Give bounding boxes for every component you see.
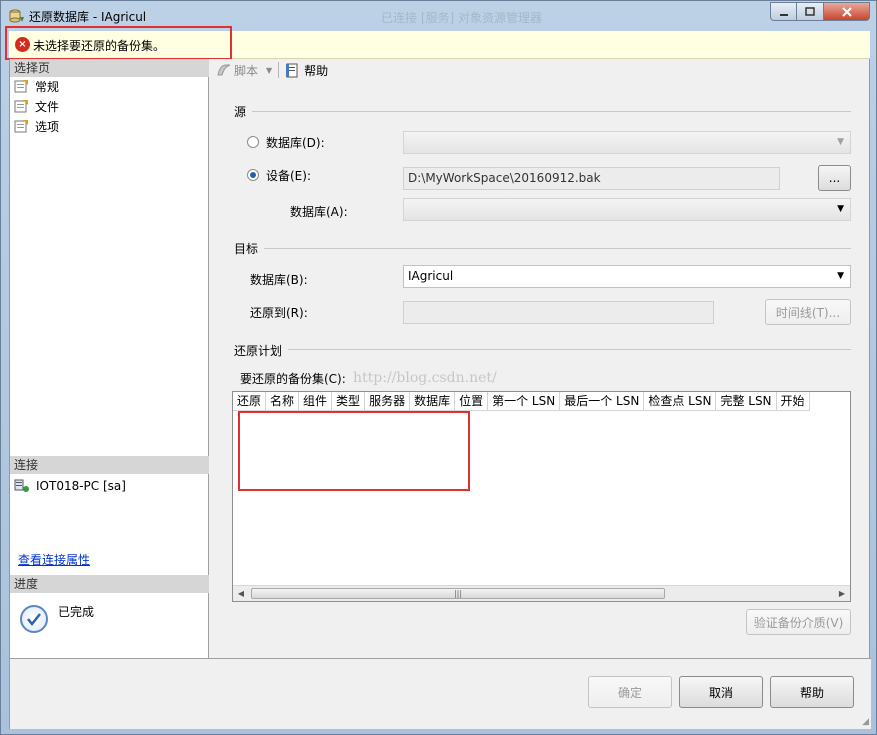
timeline-button[interactable]: 时间线(T)... (765, 299, 851, 325)
resize-grip-icon[interactable]: ◢ (862, 717, 869, 727)
connection-server-label: IOT018-PC [sa] (36, 479, 126, 493)
script-label: 脚本 (234, 63, 259, 78)
destination-database-value: IAgricul (408, 269, 454, 283)
device-database-combo[interactable]: ▼ (403, 198, 851, 221)
scrollbar-thumb[interactable]: ||| (251, 588, 665, 599)
page-general[interactable]: 常规 (14, 77, 59, 95)
select-page-header: 选择页 (10, 59, 209, 77)
column-header[interactable]: 还原 (233, 392, 267, 411)
column-header[interactable]: 名称 (266, 392, 300, 411)
column-header[interactable]: 位置 (455, 392, 489, 411)
source-group-line (236, 111, 851, 112)
window-controls (770, 2, 870, 22)
page-settings-icon (14, 120, 28, 133)
column-header[interactable]: 开始 (776, 392, 810, 411)
cancel-button[interactable]: 取消 (679, 676, 763, 708)
background-window-title: 已连接 [服务] 对象资源管理器 (381, 11, 542, 25)
window-title: 还原数据库 - IAgricul (29, 10, 147, 24)
database-radio-label: 数据库(D): (266, 136, 325, 150)
script-icon (217, 64, 231, 76)
column-header[interactable]: 最后一个 LSN (560, 392, 645, 411)
toolbar: 脚本 ▼ 帮助 (210, 59, 871, 81)
backup-sets-label: 要还原的备份集(C): (240, 372, 346, 386)
destination-group-line (236, 248, 851, 249)
ok-button[interactable]: 确定 (588, 676, 672, 708)
page-settings-icon (14, 80, 28, 93)
destination-database-combo[interactable]: IAgricul ▼ (403, 265, 851, 288)
empty-rows-highlight-box (238, 411, 470, 491)
plan-group-line (236, 349, 851, 350)
dialog-client-area: 选择页 常规 文件 选项 连接 IOT018-PC [sa] 查看连接属性 进度 (9, 59, 871, 729)
restore-database-window: 还原数据库 - IAgricul 已连接 [服务] 对象资源管理器 × 未选择要… (0, 0, 877, 735)
connection-header: 连接 (10, 456, 209, 474)
column-header[interactable]: 组件 (299, 392, 333, 411)
device-radio[interactable] (247, 169, 259, 181)
progress-header: 进度 (10, 575, 209, 593)
plan-group-label: 还原计划 (234, 342, 289, 359)
column-header[interactable]: 服务器 (365, 392, 411, 411)
checkmark-icon (20, 605, 48, 633)
database-restore-icon (9, 9, 24, 23)
server-connection-icon (14, 479, 29, 492)
page-label: 文件 (35, 99, 60, 114)
device-path-field[interactable]: D:\MyWorkSpace\20160912.bak (403, 167, 780, 190)
chevron-down-icon: ▼ (837, 137, 844, 147)
toolbar-separator (278, 62, 280, 78)
help-icon (286, 63, 298, 77)
horizontal-scrollbar[interactable]: ◀ ||| ▶ (233, 585, 850, 601)
column-header[interactable]: 第一个 LSN (488, 392, 561, 411)
device-radio-label: 设备(E): (266, 169, 311, 183)
column-header[interactable]: 类型 (332, 392, 366, 411)
close-icon (841, 6, 852, 17)
device-database-label: 数据库(A): (290, 205, 348, 219)
scroll-right-icon[interactable]: ▶ (834, 586, 850, 601)
database-radio[interactable] (247, 136, 259, 148)
column-header[interactable]: 检查点 LSN (644, 392, 717, 411)
help-label: 帮助 (304, 63, 329, 78)
left-pane: 选择页 常规 文件 选项 连接 IOT018-PC [sa] 查看连接属性 进度 (10, 59, 209, 658)
maximize-button[interactable] (797, 2, 824, 21)
right-pane: 脚本 ▼ 帮助 源 数据库(D): ▼ 设备(E): D:\MyWorkSpac… (210, 59, 871, 658)
close-button[interactable] (824, 2, 870, 21)
source-database-combo[interactable]: ▼ (403, 131, 851, 154)
watermark-text: http://blog.csdn.net/ (353, 370, 497, 386)
progress-status: 已完成 (58, 605, 95, 619)
chevron-down-icon: ▼ (837, 204, 844, 214)
restore-to-field[interactable] (403, 301, 714, 324)
page-label: 选项 (35, 119, 60, 134)
maximize-icon (805, 7, 815, 16)
verify-backup-media-button[interactable]: 验证备份介质(V) (746, 609, 851, 635)
page-files[interactable]: 文件 (14, 97, 59, 115)
minimize-button[interactable] (770, 2, 797, 21)
dropdown-arrow-icon: ▼ (266, 65, 273, 75)
column-header[interactable]: 完整 LSN (716, 392, 777, 411)
script-button[interactable]: 脚本 ▼ (216, 62, 272, 79)
connection-server: IOT018-PC [sa] (14, 479, 126, 493)
help-toolbar-button[interactable]: 帮助 (285, 62, 328, 79)
view-connection-properties-link[interactable]: 查看连接属性 (18, 551, 90, 568)
destination-database-label: 数据库(B): (250, 273, 308, 287)
dialog-button-bar: 确定 取消 帮助 ◢ (10, 658, 871, 729)
page-settings-icon (14, 100, 28, 113)
source-group-label: 源 (234, 103, 253, 120)
help-button[interactable]: 帮助 (770, 676, 854, 708)
grid-header: 还原 名称 组件 类型 服务器 数据库 位置 第一个 LSN 最后一个 LSN … (233, 392, 810, 411)
error-highlight-box (5, 26, 232, 60)
page-options[interactable]: 选项 (14, 117, 59, 135)
backup-sets-grid[interactable]: 还原 名称 组件 类型 服务器 数据库 位置 第一个 LSN 最后一个 LSN … (232, 391, 851, 602)
page-label: 常规 (35, 79, 60, 94)
destination-group-label: 目标 (234, 240, 265, 257)
scroll-left-icon[interactable]: ◀ (233, 586, 249, 601)
restore-to-label: 还原到(R): (250, 306, 308, 320)
chevron-down-icon: ▼ (837, 271, 844, 281)
browse-device-button[interactable]: ... (818, 165, 851, 191)
column-header[interactable]: 数据库 (410, 392, 456, 411)
minimize-icon (779, 13, 788, 16)
